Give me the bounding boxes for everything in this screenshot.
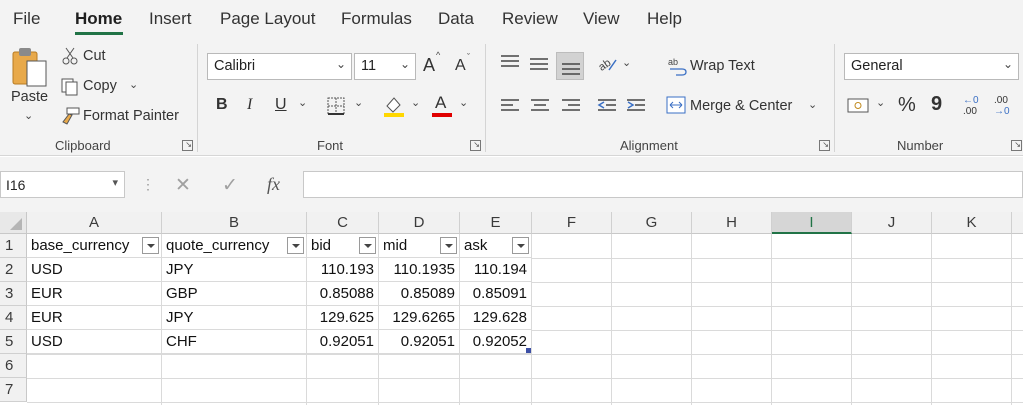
format-painter-icon[interactable]	[59, 106, 81, 126]
number-group-label: Number	[897, 138, 944, 153]
merge-center-icon[interactable]	[666, 96, 686, 114]
align-left-icon[interactable]	[500, 98, 520, 114]
align-bottom-icon	[562, 63, 580, 75]
shrink-font-button[interactable]: A	[455, 57, 466, 75]
chevron-down-icon: ▾	[112, 177, 118, 189]
copy-button[interactable]: Copy	[83, 78, 117, 94]
name-box-value: I16	[6, 177, 26, 193]
number-format-value: General	[851, 58, 903, 74]
group-divider	[485, 44, 486, 152]
tab-data[interactable]: Data	[438, 9, 474, 29]
fill-color-dropdown-caret[interactable]: ⌄	[411, 96, 420, 109]
tab-insert[interactable]: Insert	[149, 9, 192, 29]
menu-bar: File Home Insert Page Layout Formulas Da…	[0, 0, 1023, 38]
borders-icon[interactable]	[326, 96, 346, 116]
formula-input[interactable]	[303, 171, 1023, 198]
decrease-decimal-bottom: →0	[994, 106, 1010, 117]
tab-formulas[interactable]: Formulas	[341, 9, 412, 29]
clipboard-group-label: Clipboard	[55, 138, 111, 153]
paste-icon[interactable]	[10, 44, 50, 90]
increase-decimal-top: ←0	[963, 95, 979, 106]
increase-decimal-button[interactable]: ←0 .00	[963, 95, 989, 119]
percent-style-button[interactable]: %	[898, 94, 916, 117]
svg-text:ab: ab	[668, 57, 678, 67]
enter-icon[interactable]: ✓	[222, 174, 238, 197]
paste-dropdown-caret[interactable]: ⌄	[24, 109, 33, 122]
comma-style-button[interactable]: 9	[931, 93, 942, 116]
group-divider	[834, 44, 835, 152]
formula-bar-grip-icon[interactable]: ⋮	[141, 176, 155, 193]
increase-indent-icon[interactable]	[626, 98, 646, 114]
decrease-decimal-button[interactable]: .00 →0	[994, 95, 1020, 119]
bold-button[interactable]: B	[216, 96, 228, 114]
insert-function-icon[interactable]: fx	[267, 174, 280, 195]
grow-font-button[interactable]: A	[423, 55, 435, 76]
alignment-launcher-icon[interactable]: ↘	[819, 140, 830, 151]
worksheet-grid[interactable]: A B C D E F G H I J K 1 2 3 4 5 6 7 base…	[0, 212, 1023, 405]
tab-help[interactable]: Help	[647, 9, 682, 29]
active-tab-indicator	[75, 32, 123, 35]
underline-button[interactable]: U	[275, 96, 287, 114]
font-size-select[interactable]: 11 ⌄	[354, 53, 416, 80]
align-middle-icon[interactable]	[529, 56, 549, 72]
font-launcher-icon[interactable]: ↘	[470, 140, 481, 151]
format-painter-button[interactable]: Format Painter	[83, 108, 179, 124]
chevron-down-icon: ⌄	[1002, 57, 1013, 71]
clipboard-launcher-icon[interactable]: ↘	[182, 140, 193, 151]
chevron-down-icon: ⌄	[399, 57, 410, 71]
tab-review[interactable]: Review	[502, 9, 558, 29]
font-family-value: Calibri	[214, 58, 256, 74]
copy-dropdown-caret[interactable]: ⌄	[129, 78, 138, 91]
align-right-icon[interactable]	[561, 98, 581, 114]
wrap-text-icon[interactable]: ab	[667, 56, 687, 76]
font-color-swatch	[432, 113, 452, 117]
svg-text:ab: ab	[597, 57, 613, 74]
name-box[interactable]: I16 ▾	[0, 171, 125, 198]
chevron-down-icon: ⌄	[335, 57, 346, 71]
orientation-icon[interactable]: ab	[597, 54, 619, 74]
underline-dropdown-caret[interactable]: ⌄	[298, 96, 307, 109]
group-divider	[197, 44, 198, 152]
fill-color-icon[interactable]	[382, 94, 406, 118]
font-color-dropdown-caret[interactable]: ⌄	[459, 96, 468, 109]
decrease-decimal-top: .00	[994, 95, 1008, 106]
decrease-indent-icon[interactable]	[597, 98, 617, 114]
font-color-button[interactable]: A	[435, 93, 446, 113]
increase-decimal-bottom: .00	[963, 106, 977, 117]
tab-page-layout[interactable]: Page Layout	[220, 9, 315, 29]
tab-file[interactable]: File	[13, 9, 40, 29]
grow-arrow-icon: ^	[436, 50, 441, 60]
merge-center-dropdown-caret[interactable]: ⌄	[808, 98, 817, 111]
shrink-arrow-icon: ˇ	[467, 52, 470, 62]
orientation-dropdown-caret[interactable]: ⌄	[622, 56, 631, 69]
align-bottom-button[interactable]	[556, 52, 584, 80]
cut-button[interactable]: Cut	[83, 48, 106, 64]
font-family-select[interactable]: Calibri ⌄	[207, 53, 352, 80]
align-top-icon[interactable]	[500, 54, 520, 70]
font-group-label: Font	[317, 138, 344, 153]
tab-home[interactable]: Home	[75, 9, 122, 29]
accounting-dropdown-caret[interactable]: ⌄	[876, 96, 885, 109]
number-launcher-icon[interactable]: ↘	[1011, 140, 1022, 151]
italic-button[interactable]: I	[247, 96, 252, 114]
borders-dropdown-caret[interactable]: ⌄	[354, 96, 363, 109]
align-center-icon[interactable]	[530, 98, 550, 114]
paste-button[interactable]: Paste	[11, 89, 48, 105]
cut-icon[interactable]	[61, 47, 79, 65]
ribbon: Paste ⌄ Cut Copy ⌄ Format Painter Clipbo…	[0, 38, 1023, 156]
font-size-value: 11	[361, 58, 377, 74]
tab-view[interactable]: View	[583, 9, 620, 29]
gridlines	[27, 234, 1023, 405]
cancel-icon[interactable]: ✕	[175, 174, 191, 197]
merge-center-button[interactable]: Merge & Center	[690, 98, 792, 114]
alignment-group-label: Alignment	[620, 138, 678, 153]
accounting-format-icon[interactable]	[847, 97, 871, 115]
copy-icon[interactable]	[60, 77, 80, 97]
number-format-select[interactable]: General ⌄	[844, 53, 1019, 80]
wrap-text-button[interactable]: Wrap Text	[690, 58, 755, 74]
